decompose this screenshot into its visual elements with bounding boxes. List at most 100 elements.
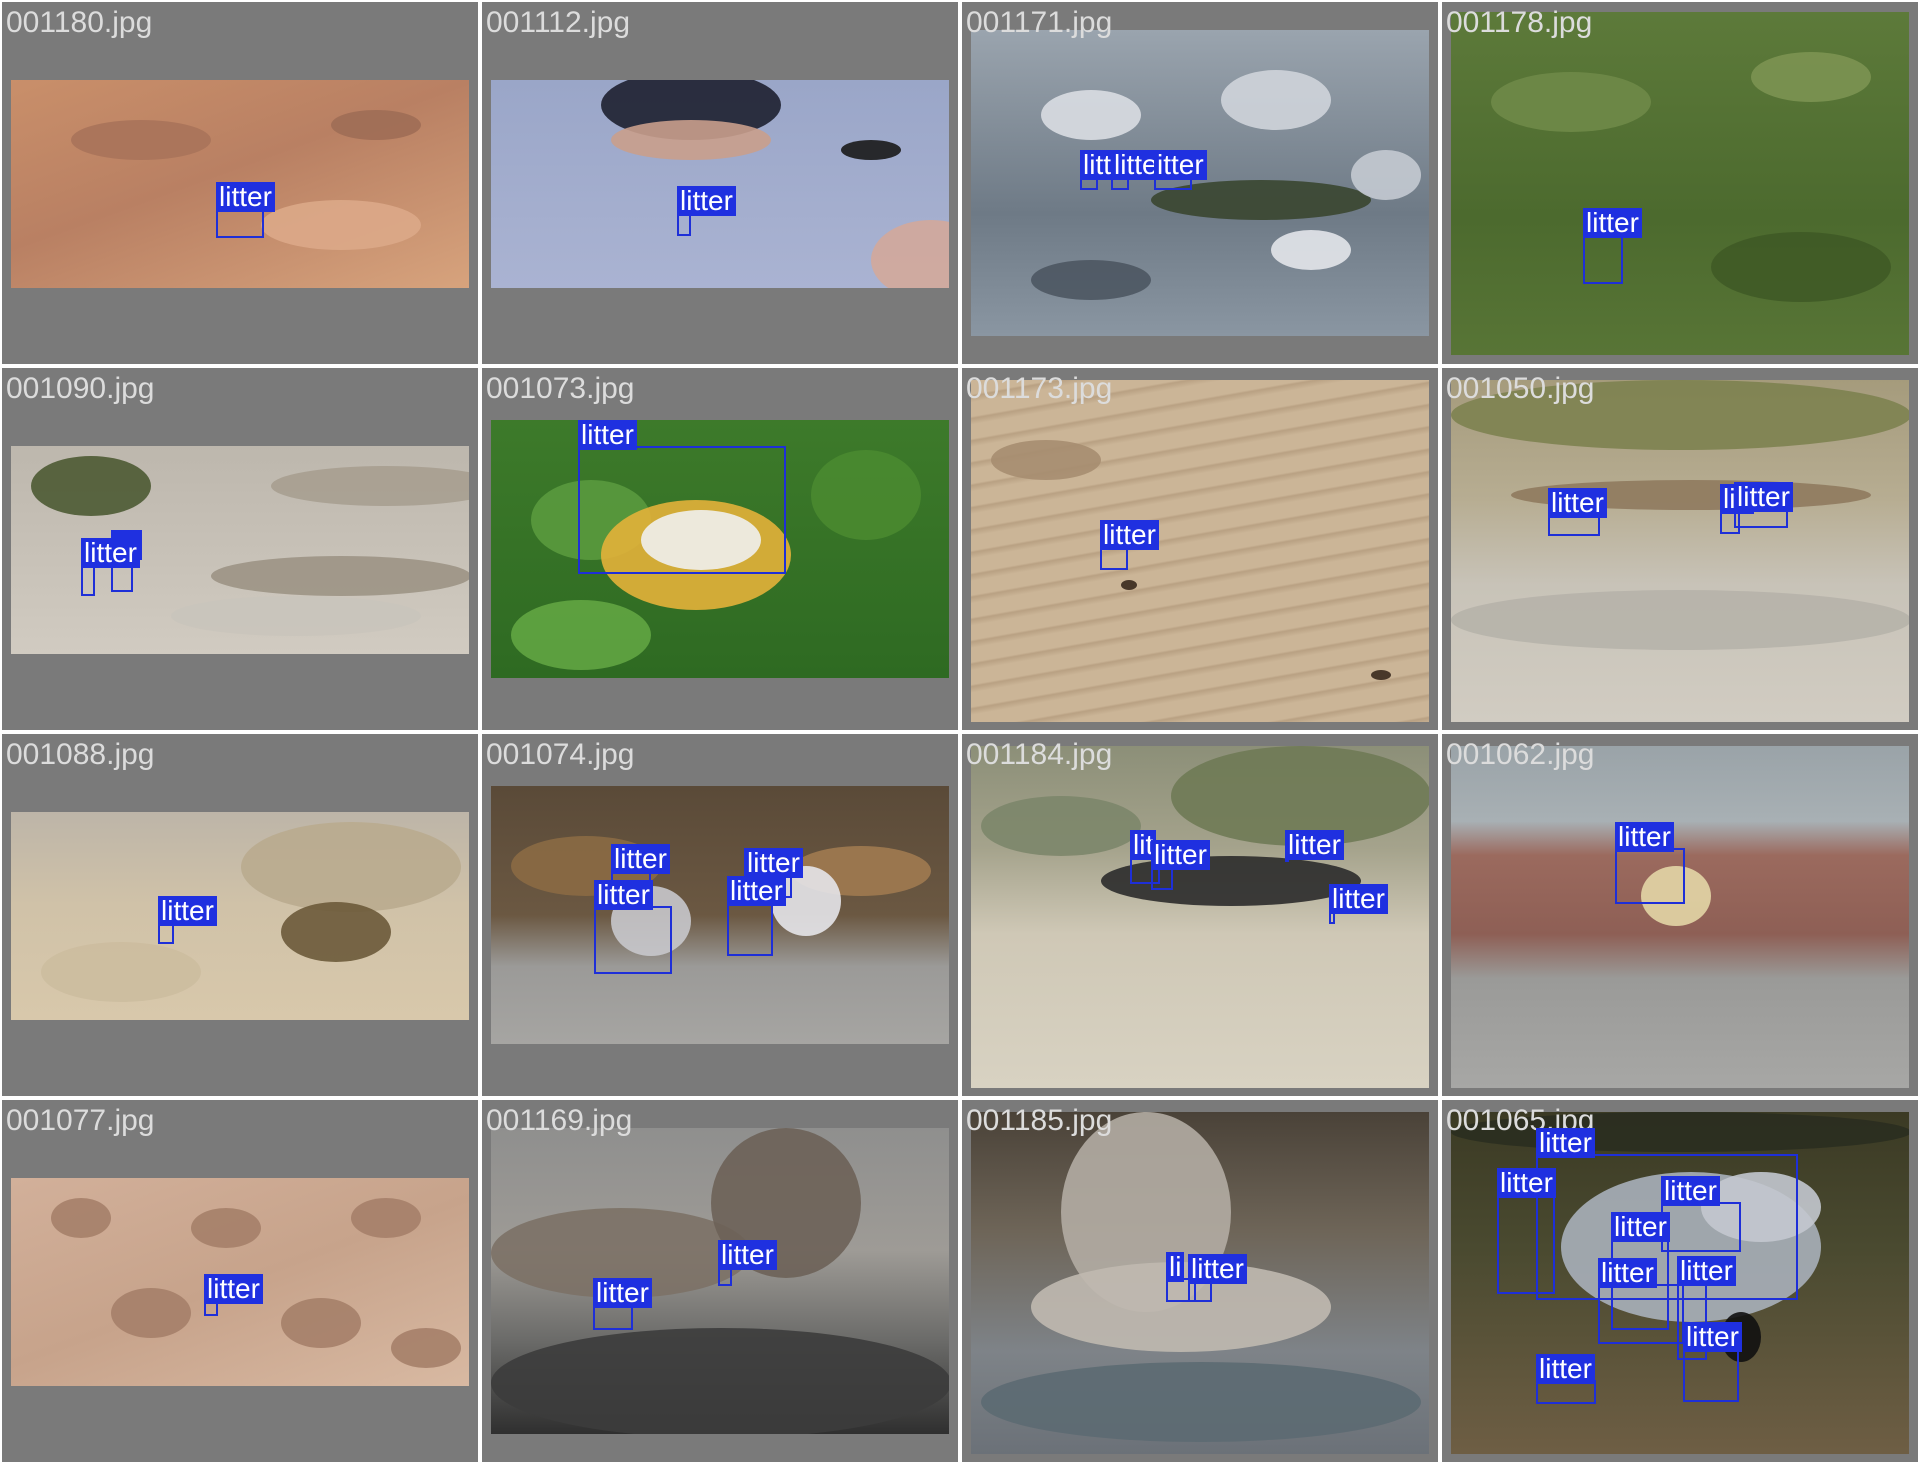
- detection-label: litter: [611, 844, 670, 874]
- scene-shape: [981, 796, 1141, 856]
- detection-box[interactable]: [578, 446, 786, 574]
- image-tile[interactable]: 001062.jpg litter: [1442, 734, 1918, 1096]
- image-tile[interactable]: 001184.jpg lit litter litter litter: [962, 734, 1438, 1096]
- scene-shape: [261, 200, 421, 250]
- scene-shape: [1031, 260, 1151, 300]
- scene-shape: [491, 1328, 949, 1434]
- scene-shape: [111, 1288, 191, 1338]
- detection-label: litter: [158, 896, 217, 926]
- scene-shape: [51, 1198, 111, 1238]
- scene-shape: [281, 1298, 361, 1348]
- scene-shape: [271, 466, 469, 506]
- detection-label: litter: [677, 186, 736, 216]
- scene-shape: [991, 440, 1101, 480]
- photo-sand-with-log: [11, 446, 469, 654]
- scene-shape: [211, 556, 469, 596]
- detection-label: litter: [1100, 520, 1159, 550]
- tile-filename: 001073.jpg: [486, 372, 635, 405]
- tile-filename: 001090.jpg: [6, 372, 155, 405]
- scene-shape: [871, 220, 949, 288]
- detection-box[interactable]: [216, 208, 264, 238]
- detection-label: litter: [204, 1274, 263, 1304]
- detection-box[interactable]: [1497, 1194, 1555, 1294]
- scene-shape: [1351, 150, 1421, 200]
- image-tile[interactable]: 001088.jpg litter: [2, 734, 478, 1096]
- detection-label: litter: [1598, 1258, 1657, 1288]
- detection-label: litter: [594, 880, 653, 910]
- image-tile[interactable]: 001171.jpg litte litter itter: [962, 2, 1438, 364]
- scene-shape: [1371, 670, 1391, 680]
- detection-label: litter: [1536, 1354, 1595, 1384]
- detection-label: litter: [1583, 208, 1642, 238]
- detection-label: litter: [1536, 1128, 1595, 1158]
- image-tile[interactable]: 001185.jpg li litter: [962, 1100, 1438, 1462]
- tile-filename: 001088.jpg: [6, 738, 155, 771]
- photo-grass: [1451, 12, 1909, 355]
- image-tile[interactable]: 001180.jpg litter: [2, 2, 478, 364]
- photo-leaves-on-asphalt: [491, 786, 949, 1044]
- scene-shape: [1271, 230, 1351, 270]
- tile-filename: 001184.jpg: [966, 738, 1113, 771]
- scene-shape: [1451, 590, 1909, 650]
- tile-filename: 001178.jpg: [1446, 6, 1593, 39]
- detection-box[interactable]: [1683, 1348, 1739, 1402]
- photo-beach-sand: [11, 812, 469, 1020]
- scene-shape: [241, 822, 461, 912]
- scene-shape: [1711, 232, 1891, 302]
- scene-shape: [351, 1198, 421, 1238]
- image-tile[interactable]: 001073.jpg litter: [482, 368, 958, 730]
- detection-label: litter: [216, 182, 275, 212]
- tile-filename: 001050.jpg: [1446, 372, 1595, 405]
- detection-label: litter: [1285, 830, 1344, 860]
- photo-rippled-sand: [971, 380, 1429, 722]
- tile-filename: 001185.jpg: [966, 1104, 1113, 1137]
- tile-filename: 001173.jpg: [966, 372, 1113, 405]
- image-tile[interactable]: 001173.jpg litter: [962, 368, 1438, 730]
- detection-box[interactable]: [1598, 1284, 1684, 1344]
- detection-box[interactable]: [1583, 234, 1623, 284]
- scene-shape: [1491, 72, 1651, 132]
- detection-label: litter: [1677, 1256, 1736, 1286]
- scene-shape: [41, 942, 201, 1002]
- detection-label: litter: [1615, 822, 1674, 852]
- scene-shape: [1221, 70, 1331, 130]
- image-tile[interactable]: 001178.jpg litter: [1442, 2, 1918, 364]
- scene-shape: [281, 902, 391, 962]
- scene-shape: [611, 120, 771, 160]
- image-tile[interactable]: 001112.jpg litter: [482, 2, 958, 364]
- detection-label: litter: [727, 876, 786, 906]
- detection-label: litter: [1497, 1168, 1556, 1198]
- image-tile[interactable]: 001169.jpg litter litter: [482, 1100, 958, 1462]
- detection-label: litter: [578, 420, 637, 450]
- detection-label: litter: [718, 1240, 777, 1270]
- detection-label: litter: [744, 848, 803, 878]
- detection-box[interactable]: [727, 902, 773, 956]
- detection-label: litter: [1661, 1176, 1720, 1206]
- photo-pavement-with-feet: [491, 80, 949, 288]
- scene-shape: [511, 600, 651, 670]
- detection-label: litter: [1611, 1212, 1670, 1242]
- detection-label: litter: [1548, 488, 1607, 518]
- detection-label: litter: [1329, 884, 1388, 914]
- detection-box[interactable]: [81, 564, 95, 596]
- scene-shape: [1121, 580, 1137, 590]
- image-tile[interactable]: 001090.jpgerlitter: [2, 368, 478, 730]
- image-tile[interactable]: 001065.jpg litter litter litter litter litter…: [1442, 1100, 1918, 1462]
- detection-label: litter: [1188, 1254, 1247, 1284]
- scene-shape: [1751, 52, 1871, 102]
- photo-dry-grass-path: [1451, 380, 1909, 722]
- detection-results-grid: 001180.jpg litter 001112.jpg litter 001171.j…: [0, 0, 1920, 1464]
- photo-brick-path: [1451, 746, 1909, 1088]
- tile-filename: 001171.jpg: [966, 6, 1113, 39]
- detection-box[interactable]: [594, 906, 672, 974]
- image-tile[interactable]: 001077.jpg litter: [2, 1100, 478, 1462]
- scene-shape: [391, 1328, 461, 1368]
- detection-box[interactable]: [1615, 848, 1685, 904]
- image-tile[interactable]: 001050.jpglitterlittlitter: [1442, 368, 1918, 730]
- tile-filename: 001112.jpg: [486, 6, 631, 39]
- tile-filename: 001180.jpg: [6, 6, 153, 39]
- detection-box[interactable]: [1661, 1202, 1741, 1252]
- detection-label: litter: [81, 538, 140, 568]
- image-tile[interactable]: 001074.jpg litter litter litter litter: [482, 734, 958, 1096]
- detection-label: litter: [593, 1278, 652, 1308]
